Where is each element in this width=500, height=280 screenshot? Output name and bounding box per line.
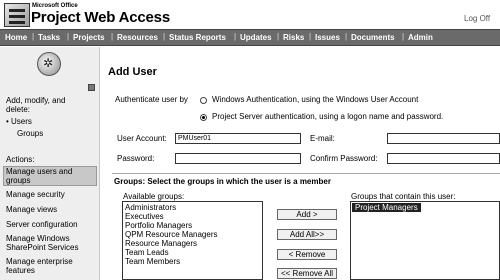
nav-status-reports[interactable]: Status Reports <box>169 33 226 42</box>
admin-gear-icon: ✲ <box>37 52 61 76</box>
sidebar-item-manage-users-line2[interactable]: groups <box>6 176 30 185</box>
main-navigation: Home | Tasks | Projects | Resources | St… <box>0 29 500 46</box>
confirm-password-input[interactable] <box>387 153 500 164</box>
member-groups-label: Groups that contain this user: <box>351 192 456 201</box>
page-title: Add User <box>108 66 157 78</box>
nav-documents[interactable]: Documents <box>351 33 395 42</box>
collapse-sidebar-button[interactable] <box>88 84 95 91</box>
nav-separator: | <box>402 32 405 41</box>
app-title: Project Web Access <box>31 9 170 26</box>
radio-windows-auth-label[interactable]: Windows Authentication, using the Window… <box>212 95 418 104</box>
nav-separator: | <box>234 32 237 41</box>
logoff-link[interactable]: Log Off <box>464 14 490 23</box>
nav-risks[interactable]: Risks <box>283 33 304 42</box>
list-item[interactable]: Team Members <box>125 257 180 266</box>
member-groups-listbox[interactable]: Project Managers <box>350 201 500 280</box>
list-item[interactable]: QPM Resource Managers <box>125 230 217 239</box>
user-account-label: User Account: <box>117 134 167 143</box>
sidebar-item-manage-users-line1[interactable]: Manage users and <box>6 167 72 176</box>
list-item[interactable]: Team Leads <box>125 248 169 257</box>
nav-separator: | <box>111 32 114 41</box>
nav-separator: | <box>67 32 70 41</box>
add-button[interactable]: Add > <box>277 209 337 220</box>
list-item[interactable]: Administrators <box>125 203 176 212</box>
sidebar-item-enterprise-line2[interactable]: features <box>6 266 35 275</box>
sidebar-item-server-configuration[interactable]: Server configuration <box>6 220 78 229</box>
nav-separator: | <box>345 32 348 41</box>
radio-windows-auth[interactable] <box>200 97 207 104</box>
radio-project-server-auth-label[interactable]: Project Server authentication, using a l… <box>212 112 443 121</box>
confirm-password-label: Confirm Password: <box>310 154 378 163</box>
add-all-button[interactable]: Add All>> <box>277 229 337 240</box>
nav-separator: | <box>277 32 280 41</box>
sidebar-item-enterprise-line1[interactable]: Manage enterprise <box>6 257 73 266</box>
sidebar-item-manage-wss-line1[interactable]: Manage Windows <box>6 234 70 243</box>
sidebar-item-groups[interactable]: Groups <box>17 129 43 138</box>
available-groups-listbox[interactable]: Administrators Executives Portfolio Mana… <box>122 201 263 280</box>
sidebar-heading-line1: Add, modify, and <box>6 96 66 105</box>
email-input[interactable] <box>387 133 500 144</box>
list-item[interactable]: Resource Managers <box>125 239 197 248</box>
sidebar-heading-line2: delete: <box>6 105 31 114</box>
nav-updates[interactable]: Updates <box>240 33 272 42</box>
available-groups-label: Available groups: <box>123 192 185 201</box>
sidebar-item-users[interactable]: • Users <box>6 117 32 126</box>
nav-admin[interactable]: Admin <box>408 33 433 42</box>
email-label: E-mail: <box>310 134 335 143</box>
nav-tasks[interactable]: Tasks <box>38 33 60 42</box>
office-logo-icon <box>4 3 30 27</box>
nav-issues[interactable]: Issues <box>315 33 340 42</box>
auth-label: Authenticate user by <box>115 95 188 104</box>
nav-resources[interactable]: Resources <box>117 33 158 42</box>
sidebar-item-manage-views[interactable]: Manage views <box>6 205 57 214</box>
password-label: Password: <box>117 154 155 163</box>
section-divider <box>112 173 500 174</box>
radio-project-server-auth[interactable] <box>200 114 207 121</box>
remove-all-button[interactable]: << Remove All <box>277 268 337 279</box>
nav-separator: | <box>32 32 35 41</box>
nav-separator: | <box>309 32 312 41</box>
sidebar-item-manage-wss-line2[interactable]: SharePoint Services <box>6 243 78 252</box>
user-account-input[interactable]: PMUser01 <box>175 133 301 144</box>
nav-projects[interactable]: Projects <box>73 33 105 42</box>
sidebar-actions-label: Actions: <box>6 155 35 164</box>
remove-button[interactable]: < Remove <box>277 249 337 260</box>
list-item-selected[interactable]: Project Managers <box>352 203 421 212</box>
groups-heading: Groups: Select the groups in which the u… <box>114 177 331 186</box>
nav-separator: | <box>163 32 166 41</box>
list-item[interactable]: Executives <box>125 212 164 221</box>
list-item[interactable]: Portfolio Managers <box>125 221 192 230</box>
nav-home[interactable]: Home <box>5 33 27 42</box>
password-input[interactable] <box>175 153 301 164</box>
sidebar-item-manage-security[interactable]: Manage security <box>6 190 65 199</box>
